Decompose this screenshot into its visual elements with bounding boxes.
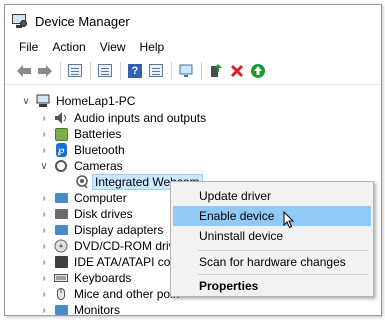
menu-item-scan-hardware[interactable]: Scan for hardware changes: [173, 252, 371, 272]
tree-root-node[interactable]: ∨ HomeLap1-PC: [21, 93, 135, 109]
properties-icon[interactable]: [96, 62, 114, 80]
scan-hardware-icon[interactable]: [177, 62, 195, 80]
tree-item-keyboards[interactable]: › Keyboards: [39, 270, 131, 286]
mouse-icon: [54, 287, 68, 301]
tree-item-cameras[interactable]: ∨ Cameras: [39, 158, 122, 174]
tree-item-computer[interactable]: › Computer: [39, 190, 126, 206]
title-bar: Device Manager: [5, 5, 381, 37]
toolbar-separator: [201, 61, 202, 80]
context-menu: Update driver Enable device Uninstall de…: [170, 181, 374, 297]
chevron-right-icon[interactable]: ›: [39, 142, 49, 158]
forward-arrow-icon[interactable]: [36, 62, 54, 80]
computer-icon: [54, 191, 68, 205]
dvd-drive-icon: [54, 239, 68, 253]
toolbar-separator: [90, 61, 91, 80]
menu-bar: File Action View Help: [5, 37, 381, 57]
chevron-right-icon[interactable]: ›: [39, 270, 49, 286]
toolbar-separator: [60, 61, 61, 80]
webcam-icon: [75, 175, 89, 189]
menu-item-uninstall-device[interactable]: Uninstall device: [173, 226, 371, 246]
keyboard-icon: [54, 271, 68, 285]
menu-action[interactable]: Action: [52, 40, 85, 54]
action-pane-icon[interactable]: [147, 62, 165, 80]
help-icon[interactable]: ?: [126, 62, 144, 80]
menu-item-update-driver[interactable]: Update driver: [173, 186, 371, 206]
back-arrow-icon[interactable]: [15, 62, 33, 80]
device-manager-window: Device Manager File Action View Help ? ∨…: [4, 4, 382, 316]
chevron-right-icon[interactable]: ›: [39, 302, 49, 316]
battery-icon: [54, 127, 68, 141]
update-driver-icon[interactable]: [207, 62, 225, 80]
tree-item-mice[interactable]: › Mice and other poin: [39, 286, 179, 302]
speaker-icon: [54, 111, 68, 125]
chevron-right-icon[interactable]: ›: [39, 222, 49, 238]
device-manager-icon: [11, 13, 27, 29]
menu-view[interactable]: View: [100, 40, 126, 54]
camera-icon: [54, 159, 68, 173]
tree-item-bluetooth[interactable]: › ℘ Bluetooth: [39, 142, 125, 158]
mouse-cursor-icon: [283, 211, 295, 229]
monitor-icon: [54, 303, 68, 315]
chevron-down-icon[interactable]: ∨: [39, 158, 49, 174]
menu-item-properties[interactable]: Properties: [173, 276, 371, 296]
tree-item-dvd-drive[interactable]: › DVD/CD-ROM drive: [39, 238, 181, 254]
menu-item-enable-device[interactable]: Enable device: [173, 206, 371, 226]
chevron-right-icon[interactable]: ›: [39, 286, 49, 302]
bluetooth-icon: ℘: [54, 143, 68, 157]
chevron-right-icon[interactable]: ›: [39, 126, 49, 142]
window-title: Device Manager: [35, 13, 130, 29]
chevron-right-icon[interactable]: ›: [39, 190, 49, 206]
chevron-right-icon[interactable]: ›: [39, 206, 49, 222]
menu-separator: [198, 250, 369, 251]
chevron-down-icon[interactable]: ∨: [21, 93, 31, 109]
tree-item-disk-drives[interactable]: › Disk drives: [39, 206, 132, 222]
computer-icon: [36, 94, 50, 108]
menu-help[interactable]: Help: [140, 40, 165, 54]
tree-item-batteries[interactable]: › Batteries: [39, 126, 121, 142]
chevron-right-icon[interactable]: ›: [39, 254, 49, 270]
menu-separator: [198, 274, 369, 275]
disk-drive-icon: [54, 207, 68, 221]
display-adapter-icon: [54, 223, 68, 237]
tree-item-ide-controllers[interactable]: › IDE ATA/ATAPI cont: [39, 254, 180, 270]
tree-item-audio[interactable]: › Audio inputs and outputs: [39, 110, 206, 126]
enable-device-icon[interactable]: [249, 62, 267, 80]
toolbar-separator: [171, 61, 172, 80]
toolbar-separator: [120, 61, 121, 80]
toolbar: ?: [5, 57, 381, 85]
menu-file[interactable]: File: [19, 40, 38, 54]
chevron-right-icon[interactable]: ›: [39, 110, 49, 126]
chevron-right-icon[interactable]: ›: [39, 238, 49, 254]
tree-item-display-adapters[interactable]: › Display adapters: [39, 222, 163, 238]
ide-controller-icon: [54, 255, 68, 269]
tree-item-monitors[interactable]: › Monitors: [39, 302, 120, 316]
uninstall-device-icon[interactable]: [228, 62, 246, 80]
show-hide-console-tree-icon[interactable]: [66, 62, 84, 80]
tree-root-label: HomeLap1-PC: [56, 94, 136, 108]
